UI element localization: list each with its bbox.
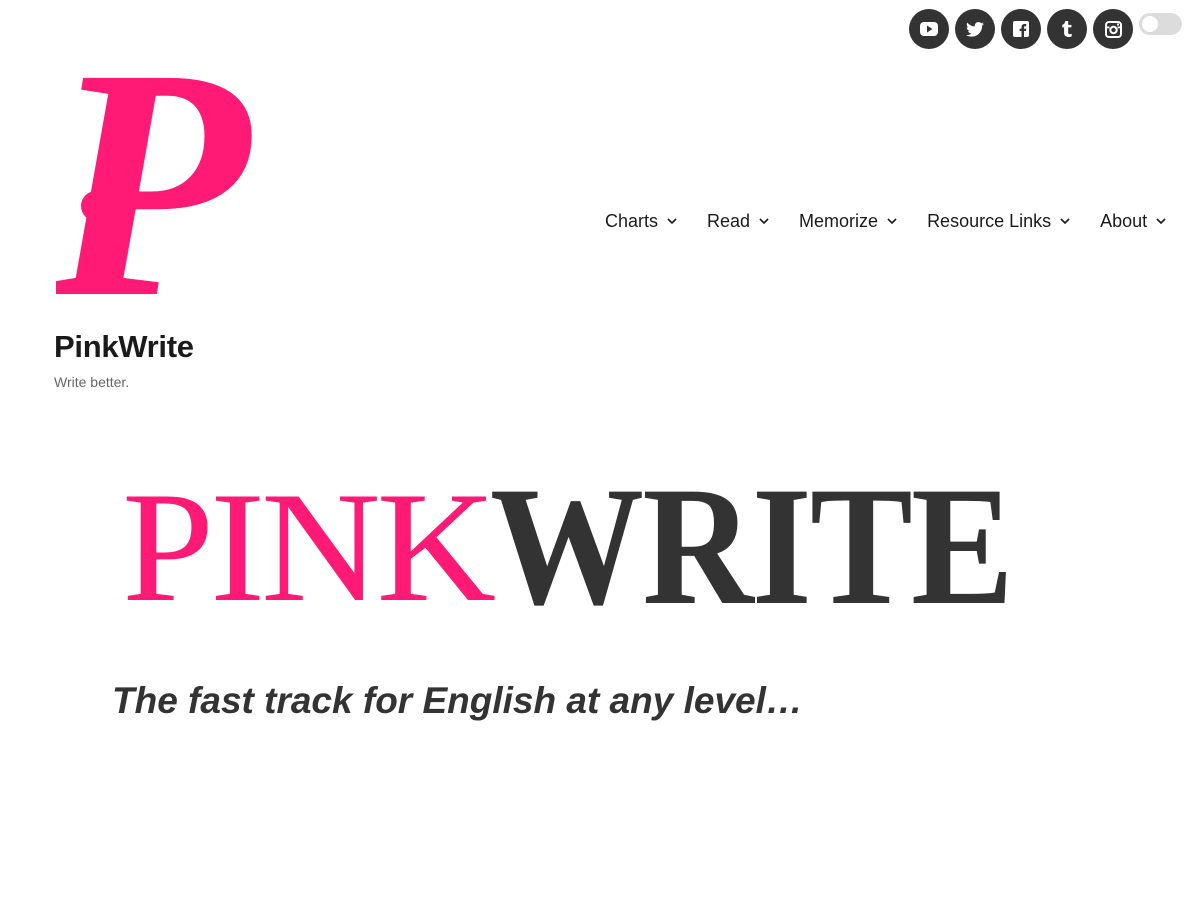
nav-item-about[interactable]: About bbox=[1100, 211, 1166, 232]
nav-item-memorize[interactable]: Memorize bbox=[799, 211, 897, 232]
nav-item-charts[interactable]: Charts bbox=[605, 211, 677, 232]
theme-toggle[interactable] bbox=[1139, 13, 1182, 35]
toggle-knob bbox=[1142, 16, 1158, 32]
nav-item-label: Charts bbox=[605, 210, 659, 231]
nav-item-label: Read bbox=[707, 210, 751, 231]
main-navigation: Charts Read Memorize Resource Links Abou… bbox=[605, 208, 1166, 234]
banner-pink-part: PINK bbox=[122, 460, 495, 630]
banner-dark-part: WRITE bbox=[490, 452, 1012, 630]
chevron-down-icon bbox=[887, 217, 897, 225]
nav-item-label: About bbox=[1100, 210, 1148, 231]
pinkwrite-banner: PINK WRITE bbox=[112, 440, 1032, 640]
chevron-down-icon bbox=[1156, 217, 1166, 225]
twitter-icon[interactable] bbox=[955, 9, 995, 49]
nav-item-label: Resource Links bbox=[927, 210, 1052, 231]
chevron-down-icon bbox=[667, 217, 677, 225]
nav-item-read[interactable]: Read bbox=[707, 211, 769, 232]
chevron-down-icon bbox=[759, 217, 769, 225]
site-title[interactable]: PinkWrite bbox=[54, 328, 194, 366]
tumblr-icon[interactable] bbox=[1047, 9, 1087, 49]
nav-item-resource-links[interactable]: Resource Links bbox=[927, 211, 1070, 232]
social-links bbox=[909, 9, 1139, 49]
logo-letter: P bbox=[56, 62, 254, 304]
instagram-icon[interactable] bbox=[1093, 9, 1133, 49]
chevron-down-icon bbox=[1060, 217, 1070, 225]
youtube-icon[interactable] bbox=[909, 9, 949, 49]
nav-item-label: Memorize bbox=[799, 210, 879, 231]
page: P PinkWrite Write better. Charts Read Me… bbox=[0, 0, 1200, 900]
site-tagline: Write better. bbox=[54, 374, 130, 390]
hero-tagline: The fast track for English at any level… bbox=[112, 680, 803, 721]
site-logo[interactable]: P bbox=[43, 1, 316, 366]
facebook-icon[interactable] bbox=[1001, 9, 1041, 49]
